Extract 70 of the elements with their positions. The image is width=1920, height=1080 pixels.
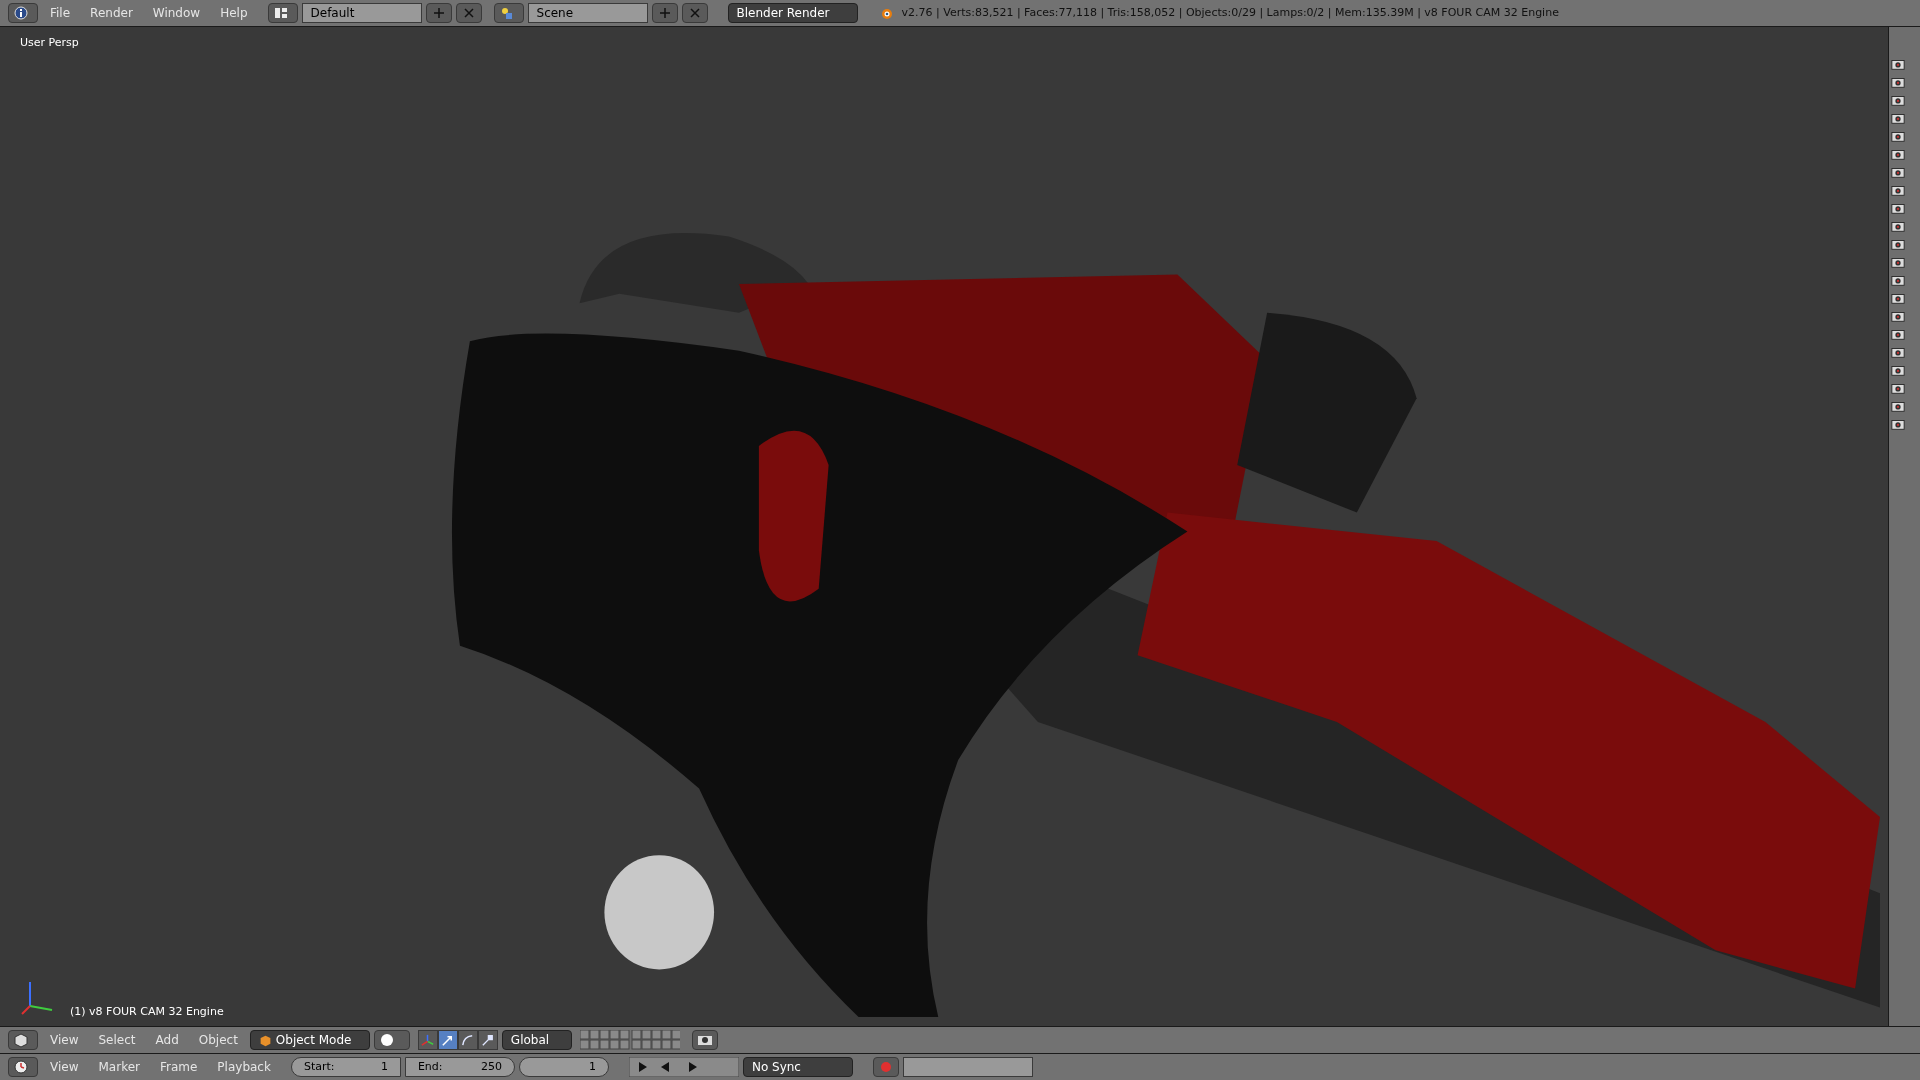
camera-icon[interactable]	[1891, 345, 1905, 359]
camera-icon[interactable]	[1891, 273, 1905, 287]
close-button[interactable]	[455, 3, 482, 23]
camera-icon[interactable]	[1891, 183, 1905, 197]
camera-icon[interactable]	[1891, 309, 1905, 323]
view-label: User Persp	[20, 35, 79, 51]
scale-icon	[480, 1032, 496, 1048]
camera-icon[interactable]	[1891, 201, 1905, 215]
mode-dropdown[interactable]: Object Mode	[249, 1030, 370, 1050]
camera-icon[interactable]	[1891, 75, 1905, 89]
menu-item[interactable]: File	[42, 4, 79, 22]
editor-type-button[interactable]	[8, 3, 38, 23]
clock-icon[interactable]	[13, 1059, 29, 1075]
menu-item[interactable]: Window	[144, 4, 209, 22]
camera-icon[interactable]	[1891, 255, 1905, 269]
camera-icon[interactable]	[1891, 327, 1905, 341]
info-icon[interactable]	[13, 5, 29, 21]
menu-item[interactable]: Add	[147, 1031, 187, 1049]
render-engine-dropdown[interactable]: Blender Render	[727, 3, 858, 23]
scene-type-button[interactable]	[493, 3, 524, 23]
add-button[interactable]	[425, 3, 452, 23]
camera-icon[interactable]	[1891, 147, 1905, 161]
camera-icon[interactable]	[1891, 417, 1905, 431]
menu-item[interactable]: Playback	[209, 1058, 279, 1076]
layout-type-button[interactable]	[267, 3, 298, 23]
layout-icon[interactable]	[272, 5, 289, 21]
camera-icon[interactable]	[1891, 237, 1905, 251]
current-frame-field[interactable]: 1	[518, 1057, 609, 1077]
menu-item[interactable]: Help	[212, 4, 256, 22]
orientation-dropdown[interactable]: Global	[501, 1030, 572, 1050]
editor-type-button[interactable]	[8, 1057, 38, 1077]
shading-button[interactable]	[373, 1030, 410, 1050]
sphere-icon[interactable]	[378, 1032, 395, 1048]
editor-type-button[interactable]	[8, 1030, 38, 1050]
menu-item[interactable]: View	[42, 1031, 87, 1049]
start-frame-field[interactable]: Start: 1	[290, 1057, 401, 1077]
cube-icon[interactable]	[13, 1032, 29, 1048]
camera-icon[interactable]	[1891, 363, 1905, 377]
end-frame-field[interactable]: End: 250	[404, 1057, 515, 1077]
menu-item[interactable]: View	[42, 1058, 87, 1076]
scale-manipulator-button[interactable]	[477, 1030, 498, 1050]
record-button[interactable]	[872, 1057, 899, 1077]
add-button[interactable]	[651, 3, 678, 23]
menu-item[interactable]: Select	[90, 1031, 144, 1049]
menu-item[interactable]: Marker	[90, 1058, 148, 1076]
camera-icon[interactable]	[1891, 399, 1905, 413]
close-button[interactable]	[681, 3, 708, 23]
menu-item[interactable]: Render	[82, 4, 141, 22]
menu-item[interactable]: Frame	[151, 1058, 206, 1076]
camera-icon[interactable]	[1891, 129, 1905, 143]
cube-icon	[258, 1033, 272, 1047]
camera-icon[interactable]	[1891, 291, 1905, 305]
sync-dropdown[interactable]: No Sync	[742, 1057, 853, 1077]
camera-icon[interactable]	[1891, 111, 1905, 125]
render-button[interactable]	[691, 1030, 718, 1050]
scene-field[interactable]: Scene	[527, 3, 648, 23]
camera-icon[interactable]	[1891, 219, 1905, 233]
rotate-manipulator-button[interactable]	[457, 1030, 478, 1050]
menu-item[interactable]: Object	[190, 1031, 246, 1049]
layout-field[interactable]: Default	[301, 3, 422, 23]
translate-manipulator-button[interactable]	[437, 1030, 458, 1050]
keying-set-field[interactable]	[902, 1057, 1033, 1077]
axes-icon	[420, 1032, 436, 1048]
camera-icon[interactable]	[1891, 381, 1905, 395]
active-object-label: (1) v8 FOUR CAM 32 Engine	[70, 1003, 224, 1020]
scene-statistics: v2.76 | Verts:83,521 | Faces:77,118 | Tris:158,052 | Objects:0/29 | Lamps:0/2 | Mem:135.39M | v8 FOUR CAM 32 Engine	[901, 4, 1559, 21]
camera-icon[interactable]	[1891, 57, 1905, 71]
camera-icon[interactable]	[1891, 165, 1905, 179]
playback-controls-icon[interactable]	[628, 1057, 739, 1077]
camera-icon[interactable]	[1891, 93, 1905, 107]
